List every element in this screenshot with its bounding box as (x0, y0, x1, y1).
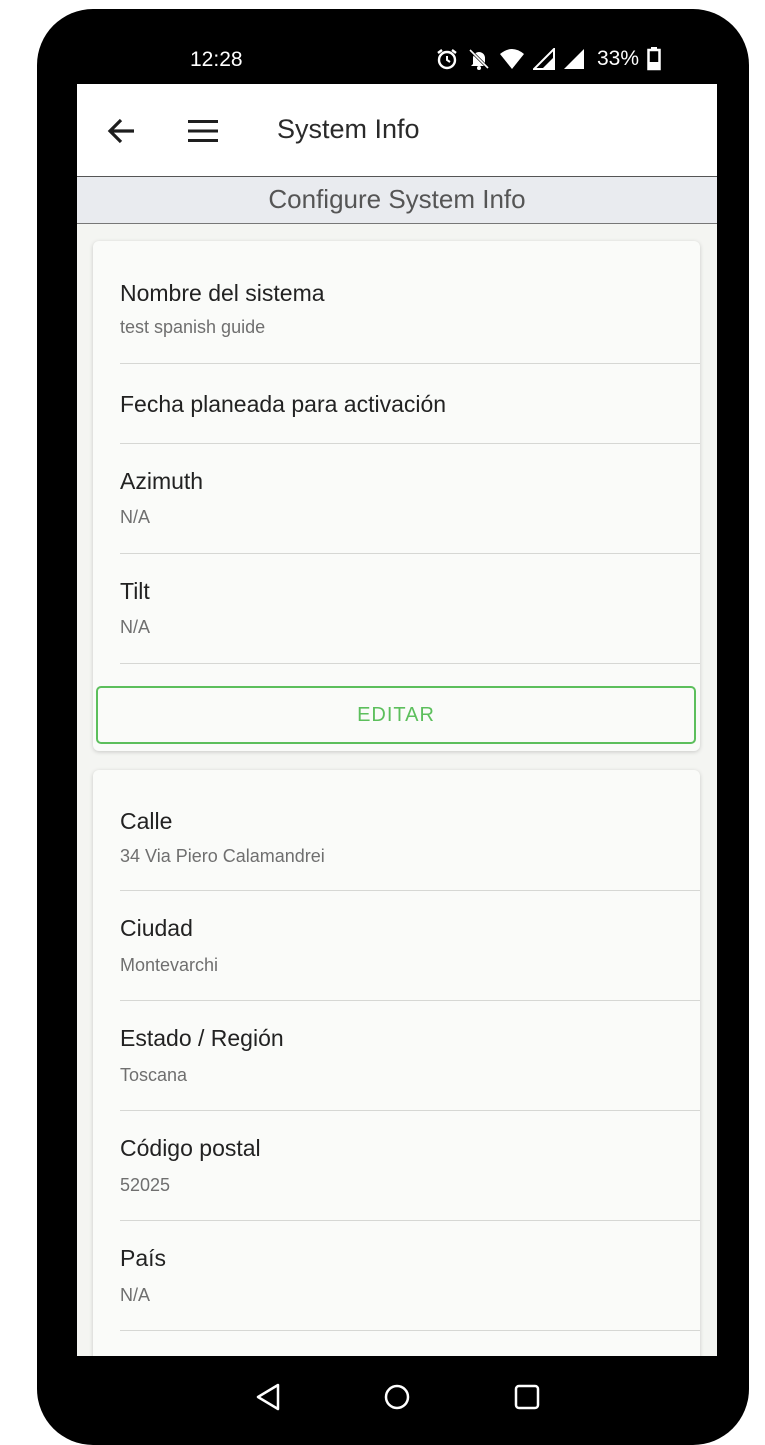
edit-button[interactable]: EDITAR (96, 686, 696, 744)
field-label: Código postal (120, 1135, 261, 1161)
field-label: Ciudad (120, 915, 193, 941)
status-bar: 12:28 33% (77, 38, 717, 84)
nav-back-icon[interactable] (254, 1382, 282, 1417)
field-label: Nombre del sistema (120, 280, 325, 306)
field-city[interactable]: Ciudad Montevarchi (120, 891, 700, 1001)
field-value: N/A (120, 1285, 151, 1305)
signal-icon (533, 48, 555, 70)
arrow-left-icon[interactable] (106, 115, 138, 147)
field-label: Fecha planeada para activación (120, 391, 447, 417)
alarm-icon (435, 47, 459, 71)
app-screen: System Info Configure System Info Nombre… (77, 84, 717, 1356)
address-card: Calle 34 Via Piero Calamandrei Ciudad Mo… (93, 770, 700, 1356)
field-label: Azimuth (120, 468, 204, 494)
field-activation-date[interactable]: Fecha planeada para activación (120, 364, 700, 444)
field-state-region[interactable]: Estado / Región Toscana (120, 1001, 700, 1111)
field-label: País (120, 1245, 167, 1271)
field-value: N/A (120, 617, 151, 637)
nav-home-icon[interactable] (382, 1382, 412, 1417)
field-postal-code[interactable]: Código postal 52025 (120, 1111, 700, 1221)
field-value: Montevarchi (120, 955, 219, 975)
field-system-name[interactable]: Nombre del sistema test spanish guide (120, 241, 700, 364)
system-nav-bar (77, 1356, 717, 1436)
signal-icon (563, 48, 585, 70)
field-tilt[interactable]: Tilt N/A (120, 554, 700, 664)
battery-percent: 33% (597, 47, 640, 70)
bell-off-icon (467, 47, 491, 71)
field-value: N/A (120, 507, 151, 527)
field-label: Tilt (120, 578, 150, 604)
battery-icon (647, 47, 661, 71)
field-azimuth[interactable]: Azimuth N/A (120, 444, 700, 554)
field-value: 34 Via Piero Calamandrei (120, 846, 325, 866)
nav-recents-icon[interactable] (513, 1383, 541, 1416)
status-time: 12:28 (190, 48, 243, 71)
field-value: Toscana (120, 1065, 188, 1085)
field-value: 52025 (120, 1175, 171, 1195)
status-icons: 33% (435, 44, 661, 74)
hamburger-menu-icon[interactable] (188, 118, 218, 144)
section-subheader: Configure System Info (77, 177, 717, 224)
field-label: Calle (120, 808, 173, 834)
field-value: test spanish guide (120, 317, 266, 337)
field-label: Estado / Región (120, 1025, 284, 1051)
page-title: System Info (277, 114, 420, 144)
field-country[interactable]: País N/A (120, 1221, 700, 1331)
field-street[interactable]: Calle 34 Via Piero Calamandrei (120, 770, 700, 891)
wifi-icon (499, 48, 525, 70)
app-bar: System Info (77, 84, 717, 177)
system-details-card: Nombre del sistema test spanish guide Fe… (93, 241, 700, 751)
